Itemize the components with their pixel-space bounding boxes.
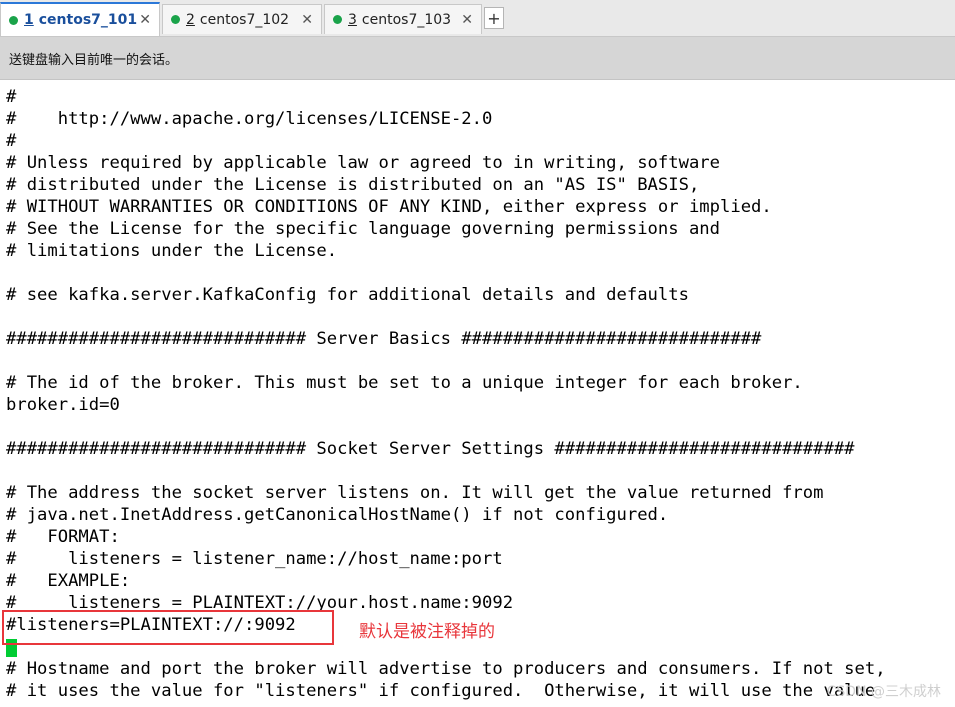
terminal-line: # The address the socket server listens … (6, 483, 824, 503)
status-dot-icon (9, 15, 18, 25)
terminal-line: # WITHOUT WARRANTIES OR CONDITIONS OF AN… (6, 197, 772, 217)
terminal-line: ############################# Server Bas… (6, 329, 762, 349)
terminal-line: # see kafka.server.KafkaConfig for addit… (6, 285, 689, 305)
input-broadcast-hint-bar: 送键盘输入目前唯一的会话。 (0, 37, 955, 80)
listeners-highlight-box (2, 610, 334, 645)
tab-centos7-101[interactable]: 1 centos7_101 ✕ (0, 2, 160, 36)
status-dot-icon (333, 15, 342, 24)
tab-label: centos7_101 (38, 12, 138, 28)
watermark: CSDN @三木成林 (826, 684, 941, 700)
terminal-line: # Hostname and port the broker will adve… (6, 659, 886, 679)
add-tab-button[interactable]: + (484, 7, 504, 29)
terminal-output[interactable]: # # http://www.apache.org/licenses/LICEN… (0, 82, 955, 707)
tab-number: 3 (348, 11, 357, 28)
tab-label: centos7_103 (361, 11, 452, 28)
terminal-line: # The id of the broker. This must be set… (6, 373, 803, 393)
close-tab-icon[interactable]: ✕ (461, 12, 473, 28)
terminal-line: # FORMAT: (6, 527, 120, 547)
terminal-line: # it uses the value for "listeners" if c… (6, 681, 876, 701)
tab-label: centos7_102 (199, 11, 290, 28)
terminal-line: # (6, 87, 17, 107)
status-dot-icon (171, 15, 180, 24)
terminal-line: # distributed under the License is distr… (6, 175, 700, 195)
terminal-line: broker.id=0 (6, 395, 120, 415)
terminal-line: # limitations under the License. (6, 241, 338, 261)
hint-text: 送键盘输入目前唯一的会话。 (9, 52, 179, 68)
tab-bar: 1 centos7_101 ✕ 2 centos7_102 ✕ 3 centos7_1… (0, 0, 955, 37)
annotation-text: 默认是被注释掉的 (359, 622, 495, 642)
terminal-line: ############################# Socket Ser… (6, 439, 855, 459)
terminal-line: # EXAMPLE: (6, 571, 131, 591)
tab-number: 1 (24, 12, 34, 28)
terminal-line: # http://www.apache.org/licenses/LICENSE… (6, 109, 493, 129)
tab-number: 2 (186, 11, 195, 28)
terminal-line: # listeners = listener_name://host_name:… (6, 549, 503, 569)
terminal-line: # java.net.InetAddress.getCanonicalHostN… (6, 505, 669, 525)
terminal-line: # Unless required by applicable law or a… (6, 153, 720, 173)
terminal-line: # See the License for the specific langu… (6, 219, 720, 239)
tab-centos7-103[interactable]: 3 centos7_103 ✕ (324, 4, 482, 34)
close-tab-icon[interactable]: ✕ (301, 12, 313, 28)
terminal-line: # (6, 131, 17, 151)
close-tab-icon[interactable]: ✕ (139, 12, 151, 28)
tab-centos7-102[interactable]: 2 centos7_102 ✕ (162, 4, 322, 34)
